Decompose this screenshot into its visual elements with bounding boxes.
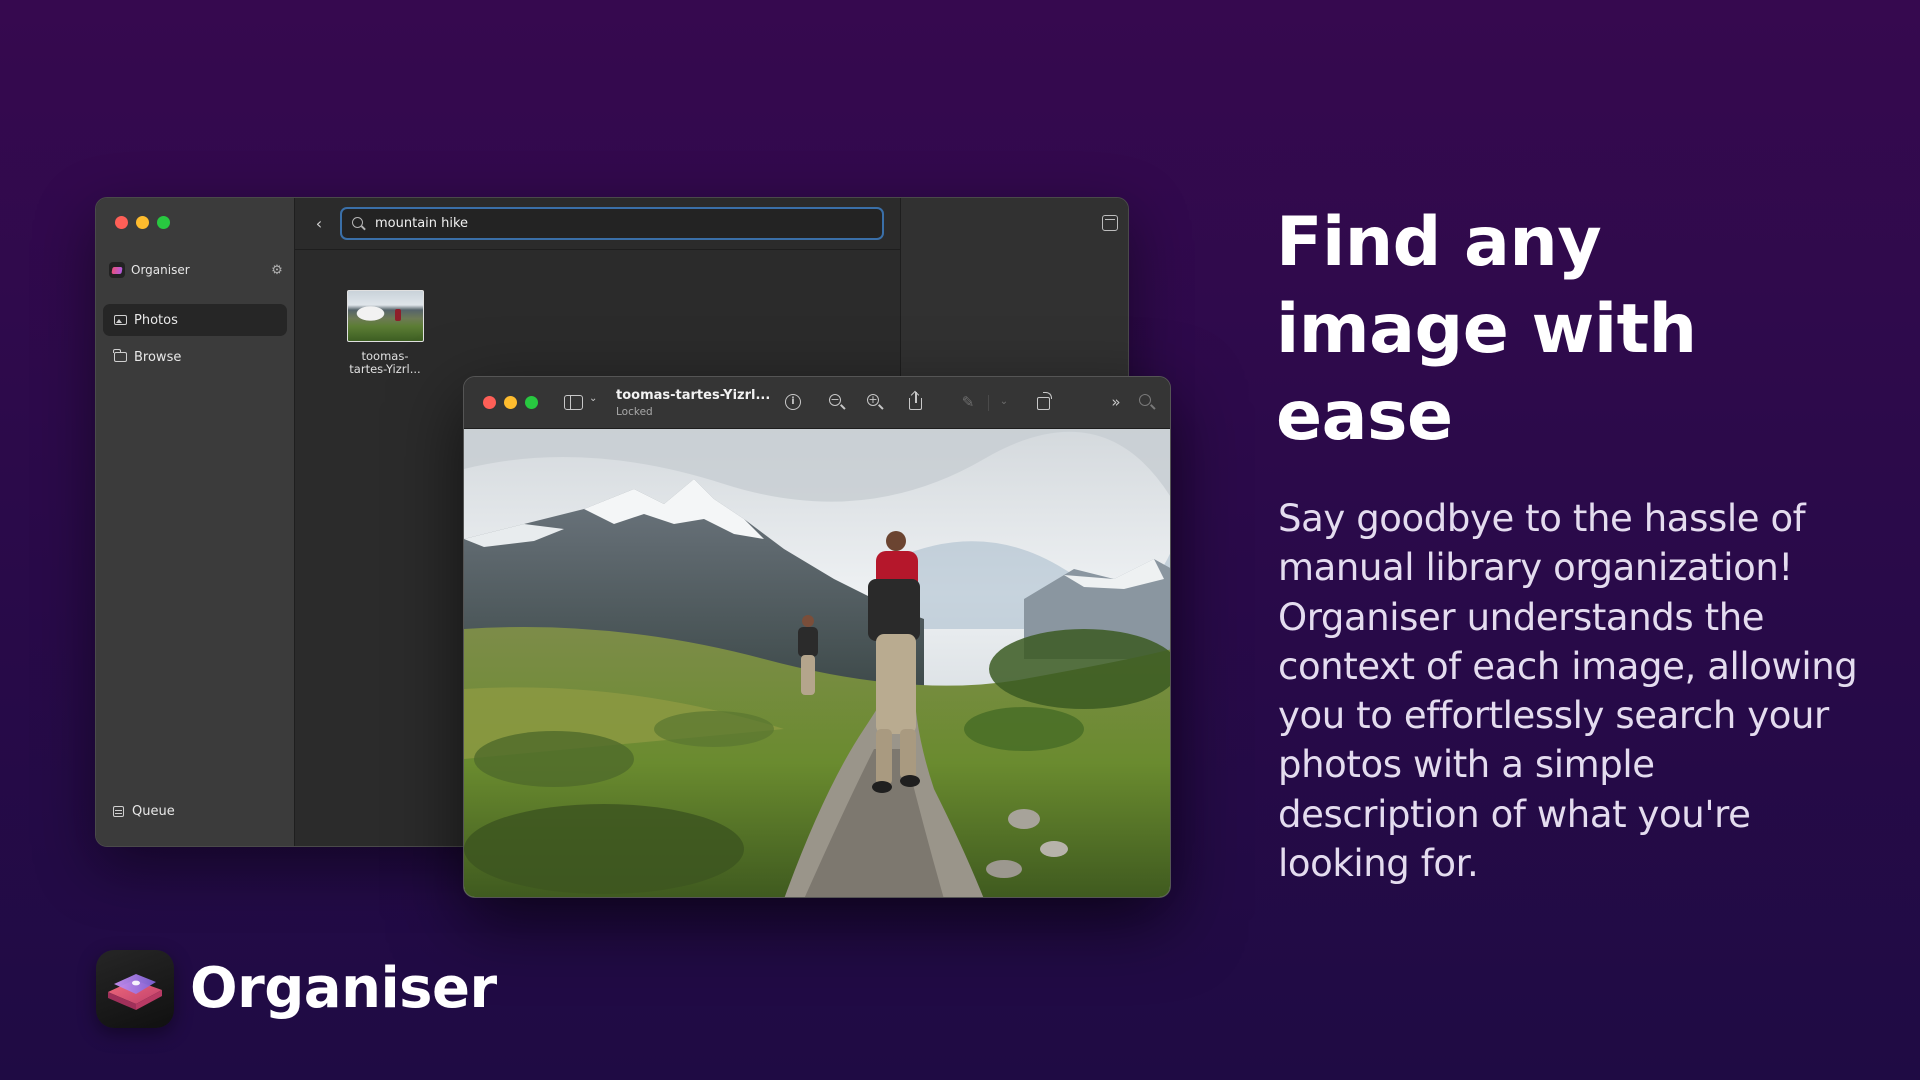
sidebar-item-label: Photos [134, 312, 178, 328]
window-controls [115, 216, 170, 229]
preview-minimize-button[interactable] [504, 396, 517, 409]
minimize-button[interactable] [136, 216, 149, 229]
preview-close-button[interactable] [483, 396, 496, 409]
sidebar-app-header: Organiser ⚙ [109, 260, 285, 280]
preview-zoom-button[interactable] [525, 396, 538, 409]
photo-icon [112, 313, 128, 327]
sidebar-item-photos[interactable]: Photos [103, 304, 287, 336]
sidebar-item-label: Queue [132, 804, 175, 819]
toolbar-divider [988, 395, 989, 411]
queue-icon [110, 806, 126, 817]
brand-name: Organiser [190, 956, 497, 1021]
results-toolbar: ‹ [295, 198, 900, 250]
preview-window-controls [483, 396, 538, 409]
sidebar-item-label: Browse [134, 349, 182, 365]
preview-window: ⌄ toomas-tartes-Yizrl... Locked i − + ✎ … [463, 376, 1171, 898]
sidebar: Organiser ⚙ Photos Browse Queue [96, 198, 295, 846]
more-chevrons-icon[interactable]: » [1105, 391, 1127, 413]
zoom-in-icon[interactable]: + [864, 391, 886, 413]
tray-icon[interactable] [1102, 215, 1118, 231]
search-input[interactable] [375, 216, 855, 231]
search-icon [352, 216, 366, 231]
share-icon[interactable] [905, 391, 927, 413]
preview-toolbar: ⌄ toomas-tartes-Yizrl... Locked i − + ✎ … [464, 377, 1170, 429]
mountain-hike-photo [464, 429, 1170, 897]
close-button[interactable] [115, 216, 128, 229]
organiser-logo-icon [109, 262, 125, 278]
sidebar-item-browse[interactable]: Browse [103, 341, 287, 373]
markup-chevron-down-icon[interactable]: ⌄ [993, 391, 1015, 413]
preview-search-icon[interactable] [1136, 391, 1158, 413]
rotate-icon[interactable] [1034, 391, 1056, 413]
settings-gear-icon[interactable]: ⚙ [269, 263, 285, 278]
body-copy: Say goodbye to the hassle of manual libr… [1278, 497, 1858, 886]
preview-file-title: toomas-tartes-Yizrl... [616, 388, 771, 403]
headline: Find any image with ease [1276, 203, 1697, 456]
folder-icon [112, 349, 128, 364]
chevron-down-icon[interactable]: ⌄ [589, 393, 597, 404]
sidebar-toggle-icon[interactable] [564, 395, 583, 410]
preview-file-status: Locked [616, 406, 653, 418]
back-chevron-icon[interactable]: ‹ [309, 214, 329, 233]
zoom-button[interactable] [157, 216, 170, 229]
zoom-out-icon[interactable]: − [826, 391, 848, 413]
sidebar-item-queue[interactable]: Queue [110, 804, 175, 819]
sidebar-app-name: Organiser [131, 263, 190, 277]
preview-photo [464, 429, 1170, 897]
markup-pen-icon[interactable]: ✎ [957, 391, 979, 413]
organiser-app-icon [96, 950, 174, 1028]
search-field[interactable] [340, 207, 884, 240]
result-thumbnail-image[interactable] [346, 290, 424, 342]
info-icon[interactable]: i [782, 391, 804, 413]
result-thumbnail-label: toomas- tartes-Yizrl... [349, 349, 421, 376]
result-thumbnail-card[interactable]: toomas- tartes-Yizrl... [340, 290, 430, 376]
